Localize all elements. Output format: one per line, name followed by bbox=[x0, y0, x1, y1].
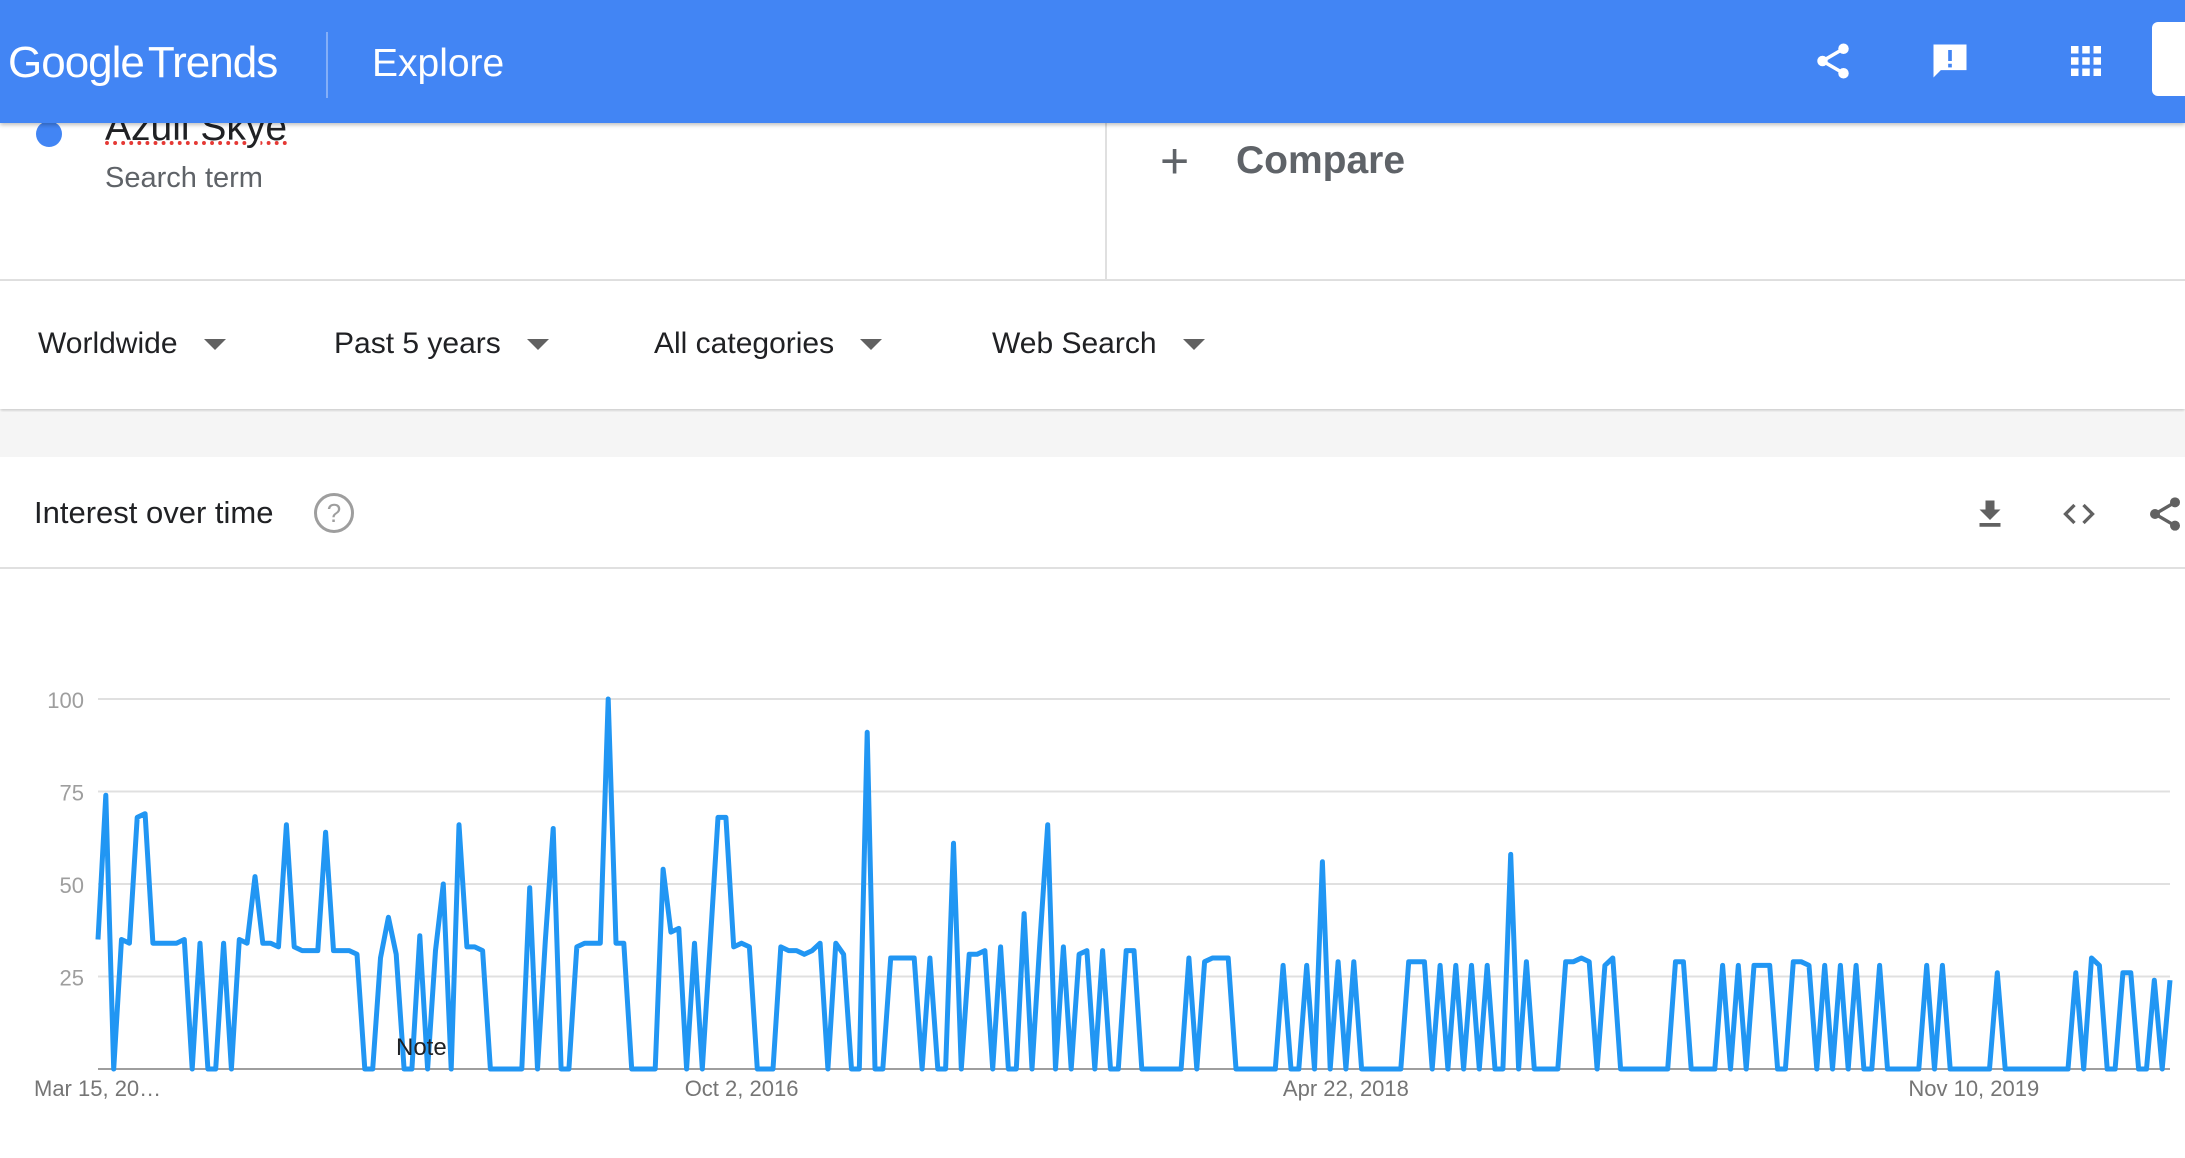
y-tick-label: 75 bbox=[60, 781, 84, 806]
interest-over-time-chart[interactable]: 25 50 75 100 Mar 15, 20… Oct 2, 2016 Apr 22, … bbox=[0, 569, 2185, 1158]
chart-annotations: Note bbox=[396, 1034, 447, 1061]
filter-bar: Worldwide Past 5 years All categories We… bbox=[0, 281, 2185, 409]
y-tick-label: 50 bbox=[60, 873, 84, 898]
chevron-down-icon bbox=[526, 338, 549, 350]
compare-button[interactable]: + Compare bbox=[1160, 132, 1405, 190]
category-filter[interactable]: All categories bbox=[654, 327, 883, 361]
time-filter-label: Past 5 years bbox=[334, 327, 501, 360]
chevron-down-icon bbox=[860, 338, 883, 350]
category-filter-label: All categories bbox=[654, 327, 835, 360]
apps-icon[interactable] bbox=[2061, 36, 2111, 86]
x-tick-label: Mar 15, 20… bbox=[34, 1076, 161, 1101]
card-title: Interest over time bbox=[34, 495, 274, 530]
search-type-filter-label: Web Search bbox=[992, 327, 1157, 360]
x-tick-label: Nov 10, 2019 bbox=[1908, 1076, 2039, 1101]
x-tick-label: Apr 22, 2018 bbox=[1283, 1076, 1409, 1101]
y-tick-label: 25 bbox=[60, 966, 84, 991]
compare-label: Compare bbox=[1236, 139, 1406, 182]
help-icon[interactable]: ? bbox=[314, 493, 354, 533]
google-trends-logo[interactable]: GoogleTrends bbox=[8, 38, 278, 88]
sign-in-button[interactable] bbox=[2152, 22, 2185, 96]
app-header: GoogleTrends Explore bbox=[0, 0, 2185, 123]
section-gap bbox=[0, 412, 2185, 457]
region-filter[interactable]: Worldwide bbox=[38, 327, 226, 361]
share-icon[interactable] bbox=[1808, 36, 1858, 86]
interest-over-time-header: Interest over time ? bbox=[0, 457, 2185, 569]
embed-code-icon[interactable] bbox=[2054, 489, 2104, 539]
feedback-icon[interactable] bbox=[1925, 36, 1975, 86]
region-filter-label: Worldwide bbox=[38, 327, 178, 360]
logo-trends-text: Trends bbox=[147, 38, 278, 87]
term-color-dot bbox=[36, 121, 62, 147]
y-tick-label: 100 bbox=[47, 688, 84, 713]
search-type-filter[interactable]: Web Search bbox=[992, 327, 1205, 361]
x-axis: Mar 15, 20… Oct 2, 2016 Apr 22, 2018 Nov 10… bbox=[34, 1076, 2039, 1101]
page-title: Explore bbox=[372, 42, 505, 85]
plus-icon: + bbox=[1160, 133, 1190, 189]
logo-google-text: Google bbox=[8, 38, 145, 87]
search-term-type: Search term bbox=[105, 162, 263, 194]
header-divider bbox=[326, 32, 328, 98]
share-icon[interactable] bbox=[2140, 489, 2185, 539]
x-tick-label: Oct 2, 2016 bbox=[685, 1076, 799, 1101]
chevron-down-icon bbox=[203, 338, 226, 350]
download-icon[interactable] bbox=[1965, 489, 2015, 539]
y-axis: 25 50 75 100 bbox=[47, 688, 84, 991]
time-filter[interactable]: Past 5 years bbox=[334, 327, 549, 361]
chevron-down-icon bbox=[1182, 338, 1205, 350]
chart-note-annotation[interactable]: Note bbox=[396, 1034, 447, 1061]
